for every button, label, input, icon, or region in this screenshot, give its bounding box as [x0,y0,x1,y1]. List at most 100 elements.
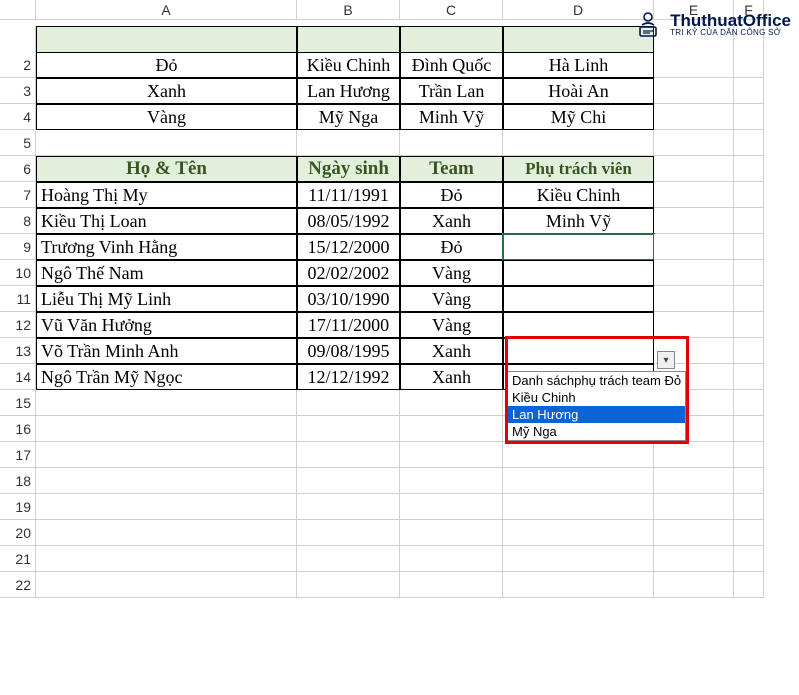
cell-C7[interactable]: Đỏ [400,182,503,208]
cell-F10[interactable] [734,260,764,286]
row-header-2[interactable]: 2 [0,52,36,78]
row-header-16[interactable]: 16 [0,416,36,442]
cell-D3[interactable]: Hoài An [503,78,654,104]
cell-C10[interactable]: Vàng [400,260,503,286]
cell-B14[interactable]: 12/12/1992 [297,364,400,390]
cell-A3[interactable]: Xanh [36,78,297,104]
cell-C3[interactable]: Trần Lan [400,78,503,104]
cell-A15[interactable] [36,390,297,416]
cell-C21[interactable] [400,546,503,572]
col-header-B[interactable]: B [297,0,400,20]
cell-D22[interactable] [503,572,654,598]
cell-B20[interactable] [297,520,400,546]
row-header-14[interactable]: 14 [0,364,36,390]
cell-F4[interactable] [734,104,764,130]
cell-A6[interactable]: Họ & Tên [36,156,297,182]
cell-A16[interactable] [36,416,297,442]
cell-F11[interactable] [734,286,764,312]
cell-E9[interactable] [654,234,734,260]
row-header-10[interactable]: 10 [0,260,36,286]
cell-B5[interactable] [297,130,400,156]
cell-A11[interactable]: Liễu Thị Mỹ Linh [36,286,297,312]
col-header-A[interactable]: A [36,0,297,20]
cell-E5[interactable] [654,130,734,156]
cell-F14[interactable] [734,364,764,390]
cell-C12[interactable]: Vàng [400,312,503,338]
cell-A9[interactable]: Trương Vinh Hằng [36,234,297,260]
cell-C6[interactable]: Team [400,156,503,182]
cell-C19[interactable] [400,494,503,520]
cell-B16[interactable] [297,416,400,442]
cell-A14[interactable]: Ngô Trần Mỹ Ngọc [36,364,297,390]
cell-F5[interactable] [734,130,764,156]
cell-E12[interactable] [654,312,734,338]
cell-C15[interactable] [400,390,503,416]
spreadsheet-grid[interactable]: A B C D E F 1 Danh sách các Team Danh sá… [0,0,799,598]
row-header-8[interactable]: 8 [0,208,36,234]
cell-D11[interactable] [503,286,654,312]
cell-E4[interactable] [654,104,734,130]
cell-B12[interactable]: 17/11/2000 [297,312,400,338]
cell-B18[interactable] [297,468,400,494]
cell-C5[interactable] [400,130,503,156]
cell-A8[interactable]: Kiều Thị Loan [36,208,297,234]
cell-A22[interactable] [36,572,297,598]
cell-E20[interactable] [654,520,734,546]
cell-D12[interactable] [503,312,654,338]
data-validation-dropdown-list[interactable]: Danh sáchphụ trách team Đỏ Kiều Chinh La… [505,371,686,441]
cell-F19[interactable] [734,494,764,520]
cell-B10[interactable]: 02/02/2002 [297,260,400,286]
cell-F8[interactable] [734,208,764,234]
cell-E17[interactable] [654,442,734,468]
cell-E22[interactable] [654,572,734,598]
cell-B3[interactable]: Lan Hương [297,78,400,104]
row-header-15[interactable]: 15 [0,390,36,416]
cell-A5[interactable] [36,130,297,156]
row-header-13[interactable]: 13 [0,338,36,364]
cell-E10[interactable] [654,260,734,286]
cell-E8[interactable] [654,208,734,234]
cell-C2[interactable]: Đình Quốc [400,52,503,78]
cell-F12[interactable] [734,312,764,338]
cell-D21[interactable] [503,546,654,572]
cell-C9[interactable]: Đỏ [400,234,503,260]
cell-B15[interactable] [297,390,400,416]
dropdown-option[interactable]: Kiều Chinh [506,389,685,406]
row-header-3[interactable]: 3 [0,78,36,104]
row-header-22[interactable]: 22 [0,572,36,598]
cell-C16[interactable] [400,416,503,442]
cell-C17[interactable] [400,442,503,468]
cell-A13[interactable]: Võ Trần Minh Anh [36,338,297,364]
cell-E7[interactable] [654,182,734,208]
cell-F7[interactable] [734,182,764,208]
row-header-7[interactable]: 7 [0,182,36,208]
row-header-18[interactable]: 18 [0,468,36,494]
cell-B21[interactable] [297,546,400,572]
cell-B9[interactable]: 15/12/2000 [297,234,400,260]
cell-D19[interactable] [503,494,654,520]
row-header-6[interactable]: 6 [0,156,36,182]
dropdown-option[interactable]: Mỹ Nga [506,423,685,440]
dropdown-option-selected[interactable]: Lan Hương [506,406,685,423]
cell-F17[interactable] [734,442,764,468]
cell-E11[interactable] [654,286,734,312]
cell-A20[interactable] [36,520,297,546]
cell-A21[interactable] [36,546,297,572]
cell-C13[interactable]: Xanh [400,338,503,364]
cell-E2[interactable] [654,52,734,78]
cell-A4[interactable]: Vàng [36,104,297,130]
cell-C11[interactable]: Vàng [400,286,503,312]
cell-C4[interactable]: Minh Vỹ [400,104,503,130]
cell-D10[interactable] [503,260,654,286]
cell-B11[interactable]: 03/10/1990 [297,286,400,312]
cell-E6[interactable] [654,156,734,182]
select-all-corner[interactable] [0,0,36,20]
cell-D6[interactable]: Phụ trách viên [503,156,654,182]
cell-F20[interactable] [734,520,764,546]
cell-D20[interactable] [503,520,654,546]
cell-B19[interactable] [297,494,400,520]
cell-F18[interactable] [734,468,764,494]
cell-C20[interactable] [400,520,503,546]
cell-F13[interactable] [734,338,764,364]
cell-A19[interactable] [36,494,297,520]
